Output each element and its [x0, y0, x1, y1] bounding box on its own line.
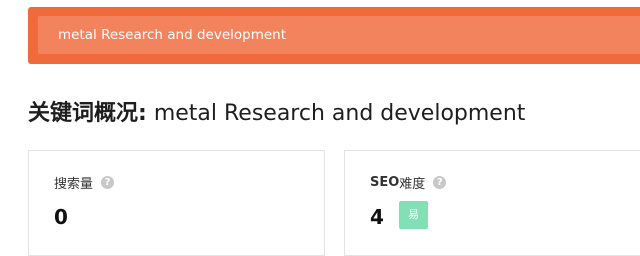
- overview-prefix: 关键词概况:: [28, 101, 147, 126]
- overview-keyword: metal Research and development: [153, 101, 526, 126]
- seo-difficulty-label-row: SEO 难度 ?: [370, 173, 447, 192]
- search-volume-label: 搜索量: [54, 177, 94, 192]
- search-volume-label-row: 搜索量 ?: [54, 173, 115, 192]
- seo-difficulty-value: 4: [370, 205, 384, 229]
- seo-difficulty-card: SEO 难度 ? 4 易: [344, 150, 640, 256]
- search-input[interactable]: metal Research and development: [38, 16, 640, 54]
- difficulty-label: 难度: [399, 177, 426, 192]
- page-title: 关键词概况: metal Research and development: [28, 95, 525, 127]
- seo-label: SEO: [370, 175, 400, 190]
- help-icon[interactable]: ?: [433, 176, 447, 189]
- difficulty-badge: 易: [399, 201, 428, 229]
- search-bar: metal Research and development: [28, 7, 640, 64]
- help-icon[interactable]: ?: [101, 176, 115, 189]
- search-volume-card: 搜索量 ? 0: [28, 150, 325, 256]
- search-volume-value: 0: [54, 205, 68, 229]
